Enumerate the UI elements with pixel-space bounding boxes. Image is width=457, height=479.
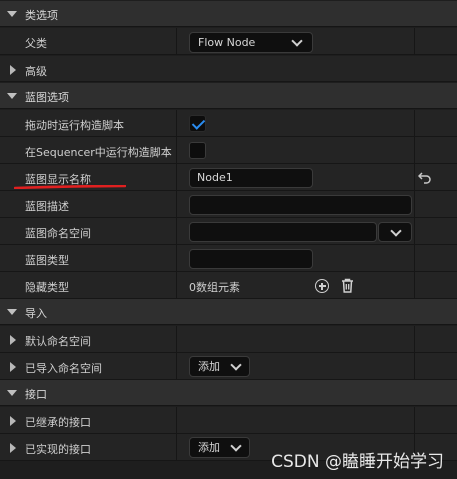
section-title: 导入 <box>25 307 47 320</box>
column-divider <box>176 272 177 299</box>
property-row-parent-class: 父类 Flow Node <box>0 28 457 55</box>
section-interfaces[interactable]: 接口 <box>0 380 457 406</box>
property-row-description: 蓝图描述 <box>0 191 457 218</box>
display-name-input[interactable]: Node1 <box>189 168 313 188</box>
column-divider <box>176 137 177 164</box>
property-row-run-construction-on-drag: 拖动时运行构造脚本 <box>0 110 457 137</box>
section-title: 蓝图选项 <box>25 91 69 104</box>
property-row-advanced[interactable]: 高级 <box>0 56 457 82</box>
collapse-arrow-icon[interactable] <box>7 309 17 315</box>
expand-arrow-icon[interactable] <box>10 362 16 372</box>
add-interface-button[interactable]: 添加 <box>189 437 250 458</box>
collapse-arrow-icon[interactable] <box>7 93 17 99</box>
property-row-default-namespaces[interactable]: 默认命名空间 <box>0 326 457 353</box>
checkmark-icon <box>191 116 206 130</box>
column-divider <box>414 110 415 137</box>
expand-arrow-icon[interactable] <box>10 65 16 75</box>
column-divider <box>176 191 177 218</box>
section-title: 类选项 <box>25 9 58 22</box>
section-imports[interactable]: 导入 <box>0 299 457 325</box>
column-divider <box>414 272 415 299</box>
add-import-label: 添加 <box>198 360 220 373</box>
category-input[interactable] <box>189 249 313 269</box>
property-row-inherited-interfaces[interactable]: 已继承的接口 <box>0 407 457 434</box>
namespace-dropdown-button[interactable] <box>378 222 412 242</box>
property-row-namespace: 蓝图命名空间 <box>0 218 457 245</box>
column-divider <box>414 245 415 272</box>
property-label: 已导入命名空间 <box>25 362 102 375</box>
expand-arrow-icon[interactable] <box>10 443 16 453</box>
expand-arrow-icon[interactable] <box>10 416 16 426</box>
property-label: 蓝图命名空间 <box>25 227 91 240</box>
column-divider <box>176 353 177 380</box>
column-divider <box>176 326 177 353</box>
column-divider <box>176 434 177 461</box>
column-divider <box>176 164 177 191</box>
chevron-down-icon <box>230 359 242 371</box>
property-label: 默认命名空间 <box>25 335 91 348</box>
property-label: 蓝图描述 <box>25 200 69 213</box>
column-divider <box>176 110 177 137</box>
property-label: 已实现的接口 <box>25 443 91 456</box>
section-class-options[interactable]: 类选项 <box>0 1 457 27</box>
annotation-underline <box>14 185 126 189</box>
expand-arrow-icon[interactable] <box>10 335 16 345</box>
property-row-run-construction-in-sequencer: 在Sequencer中运行构造脚本 <box>0 137 457 164</box>
property-label: 隐藏类型 <box>25 281 69 294</box>
column-divider <box>414 191 415 218</box>
column-divider <box>414 218 415 245</box>
column-divider <box>176 218 177 245</box>
property-label: 已继承的接口 <box>25 416 91 429</box>
property-label: 拖动时运行构造脚本 <box>25 119 124 132</box>
chevron-down-icon <box>291 35 303 47</box>
details-panel: 类选项 父类 Flow Node 高级 蓝图选项 拖动时运行构造脚本 在Sequ… <box>0 0 457 479</box>
run-construction-on-drag-checkbox[interactable] <box>189 115 206 132</box>
property-row-imported-namespaces[interactable]: 已导入命名空间 添加 <box>0 353 457 380</box>
parent-class-value: Flow Node <box>198 36 256 49</box>
collapse-arrow-icon[interactable] <box>7 11 17 17</box>
column-divider <box>414 353 415 380</box>
column-divider <box>414 407 415 434</box>
collapse-arrow-icon[interactable] <box>7 390 17 396</box>
section-blueprint-options[interactable]: 蓝图选项 <box>0 83 457 109</box>
property-label: 父类 <box>25 37 47 50</box>
add-element-icon[interactable] <box>315 279 329 293</box>
chevron-down-icon <box>230 440 242 452</box>
add-import-button[interactable]: 添加 <box>189 356 250 377</box>
column-divider <box>414 28 415 55</box>
run-construction-in-sequencer-checkbox[interactable] <box>189 142 206 159</box>
reset-to-default-icon[interactable] <box>418 171 432 184</box>
column-divider <box>414 164 415 191</box>
column-divider <box>414 326 415 353</box>
property-label: 在Sequencer中运行构造脚本 <box>25 146 172 159</box>
property-row-category: 蓝图类型 <box>0 245 457 272</box>
chevron-down-icon <box>390 225 402 237</box>
property-label: 高级 <box>25 65 47 78</box>
watermark: CSDN @瞌睡开始学习 <box>271 452 444 472</box>
column-divider <box>414 137 415 164</box>
namespace-input[interactable] <box>189 222 377 242</box>
parent-class-dropdown[interactable]: Flow Node <box>189 32 313 53</box>
add-interface-label: 添加 <box>198 441 220 454</box>
property-row-hide-categories: 隐藏类型 0数组元素 <box>0 272 457 299</box>
column-divider <box>176 407 177 434</box>
column-divider <box>176 245 177 272</box>
description-input[interactable] <box>189 195 412 215</box>
display-name-value: Node1 <box>197 171 233 184</box>
property-label: 蓝图类型 <box>25 254 69 267</box>
section-title: 接口 <box>25 388 47 401</box>
column-divider <box>176 28 177 55</box>
array-element-count: 0数组元素 <box>189 281 240 294</box>
trash-icon[interactable] <box>341 278 354 293</box>
